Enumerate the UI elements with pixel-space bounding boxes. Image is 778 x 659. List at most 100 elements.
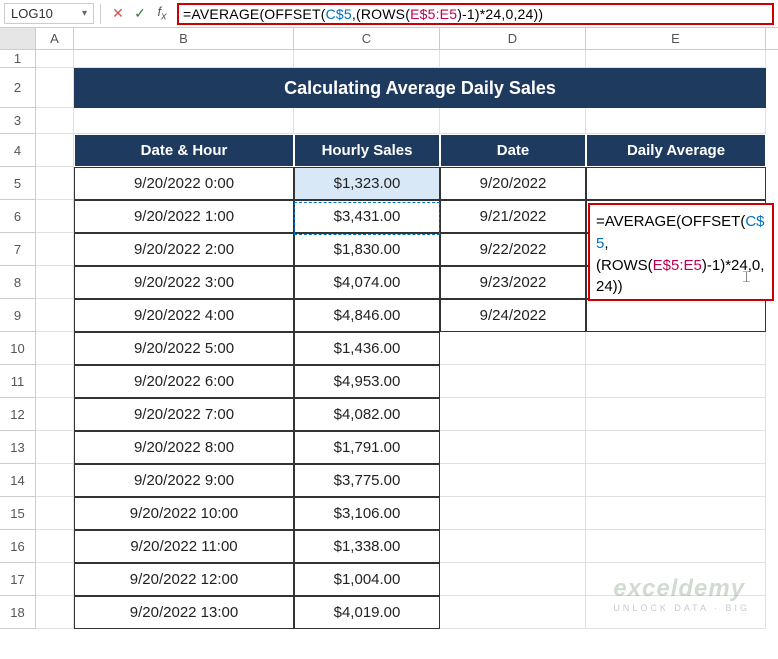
row-header-12[interactable]: 12 [0,398,36,431]
cell-C10[interactable]: $1,436.00 [294,332,440,365]
row-header-11[interactable]: 11 [0,365,36,398]
row-header-18[interactable]: 18 [0,596,36,629]
row-header-5[interactable]: 5 [0,167,36,200]
cell-E14[interactable] [586,464,766,497]
cell-A2[interactable] [36,68,74,108]
cell-C13[interactable]: $1,791.00 [294,431,440,464]
cell-C18[interactable]: $4,019.00 [294,596,440,629]
row-header-3[interactable]: 3 [0,108,36,134]
cell-B13[interactable]: 9/20/2022 8:00 [74,431,294,464]
cell-D13[interactable] [440,431,586,464]
cell-B18[interactable]: 9/20/2022 13:00 [74,596,294,629]
cell-E15[interactable] [586,497,766,530]
cell-E12[interactable] [586,398,766,431]
cell-B11[interactable]: 9/20/2022 6:00 [74,365,294,398]
cell-C1[interactable] [294,50,440,68]
cell-D1[interactable] [440,50,586,68]
cell-D16[interactable] [440,530,586,563]
cell-D8[interactable]: 9/23/2022 [440,266,586,299]
cell-E1[interactable] [586,50,766,68]
cell-C8[interactable]: $4,074.00 [294,266,440,299]
cell-D17[interactable] [440,563,586,596]
header-daily-average[interactable]: Daily Average [586,134,766,167]
formula-input[interactable]: =AVERAGE(OFFSET(C$5,(ROWS(E$5:E5)-1)*24,… [183,6,543,22]
row-header-2[interactable]: 2 [0,68,36,108]
row-header-6[interactable]: 6 [0,200,36,233]
cell-B15[interactable]: 9/20/2022 10:00 [74,497,294,530]
col-header-A[interactable]: A [36,28,74,49]
row-header-13[interactable]: 13 [0,431,36,464]
cell-A14[interactable] [36,464,74,497]
cell-B8[interactable]: 9/20/2022 3:00 [74,266,294,299]
cell-A13[interactable] [36,431,74,464]
cell-D9[interactable]: 9/24/2022 [440,299,586,332]
row-header-8[interactable]: 8 [0,266,36,299]
cell-A4[interactable] [36,134,74,167]
cell-D18[interactable] [440,596,586,629]
col-header-D[interactable]: D [440,28,586,49]
cell-A10[interactable] [36,332,74,365]
cell-C16[interactable]: $1,338.00 [294,530,440,563]
header-date[interactable]: Date [440,134,586,167]
cell-D12[interactable] [440,398,586,431]
cell-A8[interactable] [36,266,74,299]
cell-E13[interactable] [586,431,766,464]
col-header-E[interactable]: E [586,28,766,49]
cell-B7[interactable]: 9/20/2022 2:00 [74,233,294,266]
cell-E5[interactable] [586,167,766,200]
cell-A3[interactable] [36,108,74,134]
cell-A17[interactable] [36,563,74,596]
row-header-1[interactable]: 1 [0,50,36,68]
cell-C7[interactable]: $1,830.00 [294,233,440,266]
cell-C6[interactable]: $3,431.00 [294,200,440,233]
col-header-B[interactable]: B [74,28,294,49]
fx-icon[interactable]: fx [151,4,173,23]
cell-D15[interactable] [440,497,586,530]
cell-A11[interactable] [36,365,74,398]
cell-C15[interactable]: $3,106.00 [294,497,440,530]
cell-B3[interactable] [74,108,294,134]
cell-E3[interactable] [586,108,766,134]
name-box[interactable]: LOG10 ▾ [4,3,94,24]
header-date-hour[interactable]: Date & Hour [74,134,294,167]
cell-A15[interactable] [36,497,74,530]
cell-C5[interactable]: $1,323.00 [294,167,440,200]
cell-E10[interactable] [586,332,766,365]
header-hourly-sales[interactable]: Hourly Sales [294,134,440,167]
row-header-14[interactable]: 14 [0,464,36,497]
row-header-17[interactable]: 17 [0,563,36,596]
row-header-16[interactable]: 16 [0,530,36,563]
select-all-corner[interactable] [0,28,36,49]
cell-B9[interactable]: 9/20/2022 4:00 [74,299,294,332]
cell-A9[interactable] [36,299,74,332]
cell-D5[interactable]: 9/20/2022 [440,167,586,200]
cell-C14[interactable]: $3,775.00 [294,464,440,497]
cell-E11[interactable] [586,365,766,398]
cell-B5[interactable]: 9/20/2022 0:00 [74,167,294,200]
row-header-15[interactable]: 15 [0,497,36,530]
cell-C11[interactable]: $4,953.00 [294,365,440,398]
cell-A18[interactable] [36,596,74,629]
accept-formula-button[interactable]: ✓ [129,5,151,22]
cell-D11[interactable] [440,365,586,398]
cell-B16[interactable]: 9/20/2022 11:00 [74,530,294,563]
in-cell-formula-editor[interactable]: =AVERAGE(OFFSET(C$5,(ROWS(E$5:E5)-1)*24,… [588,203,774,301]
cell-C9[interactable]: $4,846.00 [294,299,440,332]
cell-B10[interactable]: 9/20/2022 5:00 [74,332,294,365]
title-merged-cell[interactable]: Calculating Average Daily Sales [74,68,766,108]
row-header-4[interactable]: 4 [0,134,36,167]
row-header-7[interactable]: 7 [0,233,36,266]
cell-A7[interactable] [36,233,74,266]
cell-A12[interactable] [36,398,74,431]
cell-D3[interactable] [440,108,586,134]
row-header-9[interactable]: 9 [0,299,36,332]
cell-A6[interactable] [36,200,74,233]
cell-B14[interactable]: 9/20/2022 9:00 [74,464,294,497]
cell-C3[interactable] [294,108,440,134]
cell-E9[interactable] [586,299,766,332]
cell-E16[interactable] [586,530,766,563]
cell-C17[interactable]: $1,004.00 [294,563,440,596]
cell-A5[interactable] [36,167,74,200]
row-header-10[interactable]: 10 [0,332,36,365]
cell-C12[interactable]: $4,082.00 [294,398,440,431]
